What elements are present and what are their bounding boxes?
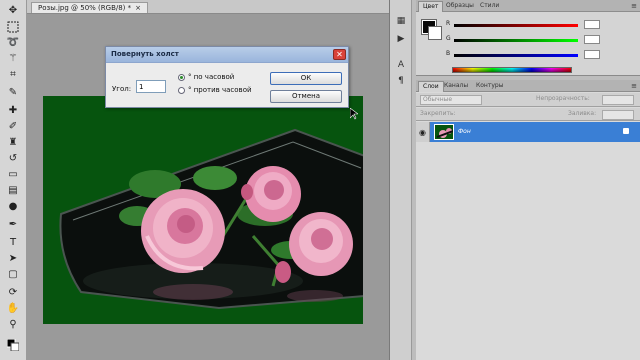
eye-icon[interactable]: ◉ [416,122,430,142]
hand-tool-icon[interactable]: ✋ [4,302,22,315]
clockwise-label: ° по часовой [188,73,235,81]
history-brush-tool-icon[interactable]: ↺ [4,152,22,165]
dialog-title: Повернуть холст [111,50,179,58]
layers-lock-bar: Закрепить: Заливка: [416,108,640,121]
blue-slider-track[interactable] [454,54,578,57]
color-swatches-icon[interactable] [4,338,22,351]
pen-tool-icon[interactable]: ✒ [4,218,22,231]
shape-tool-icon[interactable]: ▢ [4,268,22,281]
paragraph-icon[interactable]: ¶ [394,74,408,87]
dialog-close-button[interactable]: ✕ [333,49,346,60]
layers-panel-tabs: Слои Каналы Контуры ≡ [416,80,640,92]
blue-value-field[interactable] [584,50,600,59]
document-tab[interactable]: Розы.jpg @ 50% (RGB/8) * × [31,2,149,13]
fill-field[interactable] [602,110,634,120]
zoom-tool-icon[interactable]: ⚲ [4,318,22,331]
gradient-tool-icon[interactable]: ▤ [4,184,22,197]
crop-tool-icon[interactable]: ⌗ [4,68,22,81]
lock-label: Закрепить: [420,110,456,117]
magic-wand-tool-icon[interactable]: ⚚ [4,52,22,65]
eyedropper-tool-icon[interactable]: ✎ [4,86,22,99]
counterclockwise-radio[interactable] [178,86,185,94]
opacity-label: Непрозрачность: [536,95,590,102]
clone-stamp-tool-icon[interactable]: ♜ [4,136,22,149]
red-slider-track[interactable] [454,24,578,27]
red-slider-label: R [446,20,451,27]
fill-label: Заливка: [568,110,597,117]
counterclockwise-option[interactable]: ° против часовой [178,86,252,94]
layers-options-bar: Обычные Непрозрачность: [416,93,640,107]
dialog-titlebar[interactable]: Повернуть холст ✕ [106,47,348,63]
green-slider-label: G [446,35,451,42]
background-color-swatch[interactable] [428,26,442,40]
lock-icon [623,128,629,134]
healing-brush-tool-icon[interactable]: ✚ [4,104,22,117]
green-slider[interactable]: G [446,35,636,45]
layers-panel-menu-icon[interactable]: ≡ [631,82,637,90]
3d-rotate-tool-icon[interactable]: ⟳ [4,286,22,299]
close-icon[interactable]: × [135,4,141,12]
tools-panel: ✥ ➰ ⚚ ⌗ ✎ ✚ ✐ ♜ ↺ ▭ ▤ ● ✒ T ➤ ▢ ⟳ ✋ ⚲ [0,0,27,360]
actions-icon[interactable]: ▶ [394,32,408,45]
tab-channels[interactable]: Каналы [440,81,472,92]
layer-name[interactable]: Фон [458,128,471,135]
lasso-tool-icon[interactable]: ➰ [4,36,22,49]
green-slider-track[interactable] [454,39,578,42]
path-selection-tool-icon[interactable]: ➤ [4,252,22,265]
photoshop-window: ✥ ➰ ⚚ ⌗ ✎ ✚ ✐ ♜ ↺ ▭ ▤ ● ✒ T ➤ ▢ ⟳ ✋ ⚲ Ро… [0,0,640,360]
blend-mode-select[interactable]: Обычные [420,95,482,105]
history-icon[interactable]: ▦ [394,14,408,27]
angle-label: Угол: [112,85,132,93]
collapsed-panels-strip: ▦ ▶ A ¶ [390,0,412,360]
tab-paths[interactable]: Контуры [472,81,507,92]
color-ramp[interactable] [452,67,572,73]
roses-on-plate-image [59,128,363,310]
color-panel-tabs: Цвет Образцы Стили ≡ [416,0,640,12]
eraser-tool-icon[interactable]: ▭ [4,168,22,181]
blue-slider[interactable]: B [446,50,636,60]
character-icon[interactable]: A [394,58,408,71]
red-value-field[interactable] [584,20,600,29]
layer-thumbnail [434,124,454,140]
brush-tool-icon[interactable]: ✐ [4,120,22,133]
layer-row[interactable]: ◉ Фон [416,122,640,142]
panel-menu-icon[interactable]: ≡ [631,2,637,10]
rotate-canvas-dialog: Повернуть холст ✕ Угол: ° по часовой ° п… [105,46,349,108]
image-canvas[interactable] [43,96,363,324]
panel-dock: ▦ ▶ A ¶ Цвет Образцы Стили ≡ R G B Слои … [389,0,640,360]
move-tool-icon[interactable]: ✥ [4,4,22,17]
type-tool-icon[interactable]: T [4,236,22,249]
marquee-tool-icon[interactable] [4,20,22,33]
cancel-button[interactable]: Отмена [270,90,342,103]
document-tab-bar: Розы.jpg @ 50% (RGB/8) * × [27,0,389,14]
blur-tool-icon[interactable]: ● [4,200,22,213]
clockwise-option[interactable]: ° по часовой [178,73,234,81]
mouse-cursor-icon [350,108,358,120]
document-tab-label: Розы.jpg @ 50% (RGB/8) * [38,4,132,12]
tab-swatches[interactable]: Образцы [442,1,478,12]
blue-slider-label: B [446,50,451,57]
layers-panel: Слои Каналы Контуры ≡ Обычные Непрозрачн… [416,80,640,360]
ok-button[interactable]: ОК [270,72,342,85]
clockwise-radio[interactable] [178,73,185,81]
color-panel: Цвет Образцы Стили ≡ R G B [416,0,640,76]
red-slider[interactable]: R [446,20,636,30]
opacity-field[interactable] [602,95,634,105]
tab-styles[interactable]: Стили [476,1,503,12]
counterclockwise-label: ° против часовой [188,86,252,94]
angle-input[interactable] [136,80,166,93]
green-value-field[interactable] [584,35,600,44]
tab-color[interactable]: Цвет [418,1,444,12]
document-area: Розы.jpg @ 50% (RGB/8) * × Повернуть хол… [27,0,389,360]
